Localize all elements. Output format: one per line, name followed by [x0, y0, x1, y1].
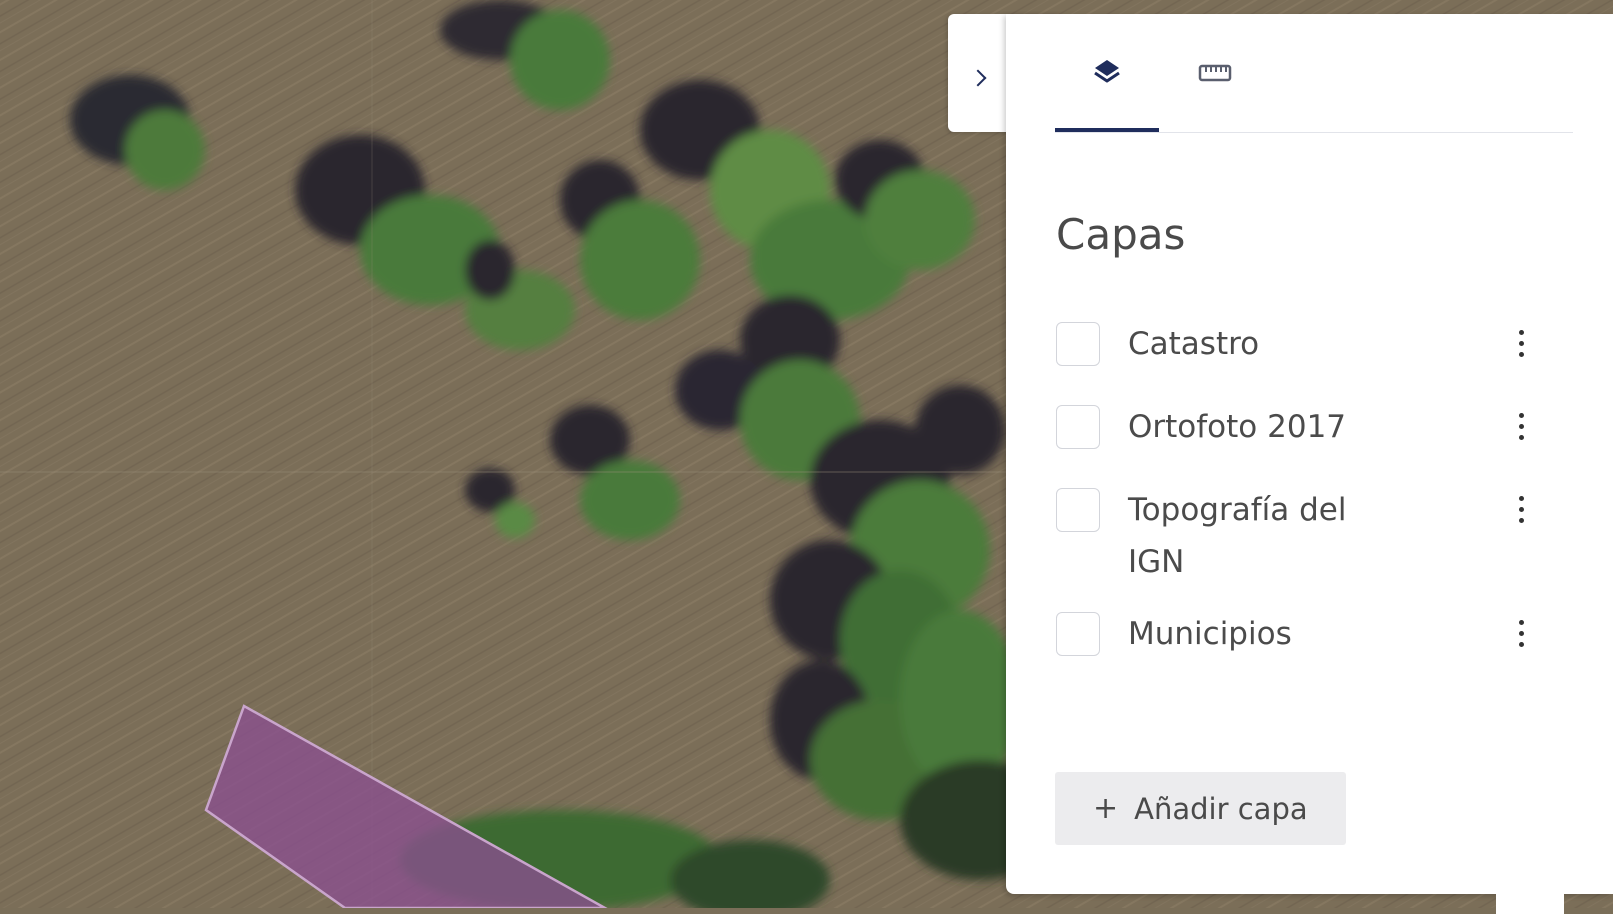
add-layer-label: Añadir capa	[1134, 791, 1308, 826]
tab-layers[interactable]	[1055, 14, 1159, 132]
layer-checkbox[interactable]	[1056, 612, 1100, 656]
ruler-icon	[1198, 64, 1232, 82]
tab-measure[interactable]	[1163, 14, 1267, 132]
layer-label: Catastro	[1128, 326, 1260, 362]
layer-checkbox[interactable]	[1056, 322, 1100, 366]
more-options-icon[interactable]	[1514, 330, 1528, 360]
more-options-icon[interactable]	[1514, 620, 1528, 650]
map-control-button[interactable]	[1496, 884, 1564, 914]
more-options-icon[interactable]	[1514, 413, 1528, 443]
add-layer-button[interactable]: + Añadir capa	[1055, 772, 1346, 845]
more-options-icon[interactable]	[1514, 496, 1528, 526]
layers-panel: Capas Catastro Ortofoto 2017 Topografía …	[1006, 14, 1613, 894]
layers-icon	[1094, 60, 1120, 83]
layer-label: Ortofoto 2017	[1128, 409, 1347, 445]
chevron-right-icon	[969, 69, 987, 87]
panel-tabs	[1055, 14, 1573, 133]
plus-icon: +	[1093, 791, 1119, 826]
layer-checkbox[interactable]	[1056, 405, 1100, 449]
layer-checkbox[interactable]	[1056, 488, 1100, 532]
layer-label: Municipios	[1128, 616, 1292, 652]
layer-label: Topografía del IGN	[1128, 492, 1347, 580]
panel-title: Capas	[1056, 210, 1186, 259]
